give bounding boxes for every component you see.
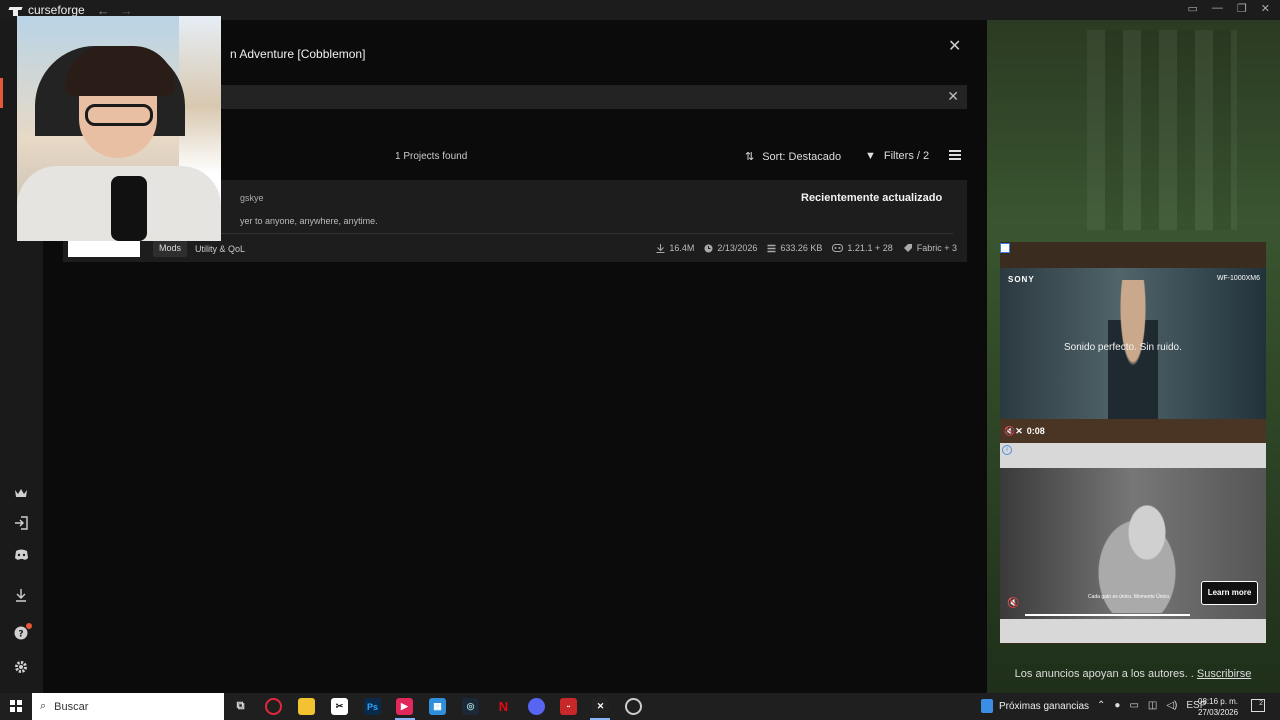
ad-caption: Sonido perfecto. Sin ruido. (1064, 342, 1182, 353)
ad-info-icon[interactable]: i (1002, 445, 1012, 455)
tag-icon (903, 244, 912, 252)
sort-arrows-icon: ⇅ (745, 151, 755, 163)
project-stats: 16.4M 2/13/2026 633.26 KB 1.21.1 + 28 Fa… (656, 243, 957, 253)
gamepad-icon (832, 244, 844, 252)
steam-icon[interactable]: ◎ (462, 698, 479, 715)
settings-gear-icon[interactable] (12, 658, 30, 676)
app-logo: curseforge (9, 3, 85, 17)
crown-icon[interactable] (12, 484, 30, 502)
microphone-icon[interactable]: ● (1114, 700, 1120, 711)
close-icon[interactable]: ✕ (948, 36, 961, 56)
obs-icon[interactable] (625, 698, 642, 715)
minimize-button[interactable]: — (1212, 2, 1223, 15)
store-icon[interactable]: ▦ (429, 698, 446, 715)
card-divider (153, 233, 953, 234)
storage-icon (767, 244, 776, 252)
taskbar-search-input[interactable]: ⌕ Buscar (32, 693, 224, 720)
news-text: Próximas ganancias (999, 700, 1090, 712)
active-game-indicator (0, 78, 3, 108)
windows-taskbar: ⌕ Buscar ⧉ ✂ Ps ▶ ▦ ◎ N ▪▪ ✕ Próximas ga… (0, 693, 1280, 720)
capcut-icon[interactable]: ✂ (331, 698, 348, 715)
clock-time: 08:16 p. m. (1198, 697, 1239, 706)
curseforge-taskbar-icon[interactable]: ✕ (592, 698, 609, 715)
webcam-overlay (17, 16, 221, 241)
ads-note-text: Los anuncios apoyan a los autores. . (1014, 668, 1194, 680)
task-view-icon[interactable]: ⧉ (232, 698, 249, 715)
media-player-icon[interactable]: ▶ (396, 698, 413, 715)
windows-start-icon[interactable] (10, 700, 22, 712)
results-count: 1 Projects found (395, 151, 468, 162)
network-icon[interactable]: ◫ (1148, 700, 1157, 711)
project-description: yer to anyone, anywhere, anytime. (240, 216, 378, 226)
mute-icon[interactable]: 🔇 (1007, 598, 1019, 609)
filter-funnel-icon: ▼ (865, 150, 876, 162)
video-controls: 🔇✕ 0:08 (1000, 419, 1266, 443)
tag-category[interactable]: Utility & QoL (195, 244, 245, 254)
help-icon[interactable]: ? (12, 623, 32, 642)
notification-center-icon[interactable]: 2 (1251, 699, 1265, 712)
layout-icon[interactable]: ▭ (1188, 2, 1198, 15)
system-tray: ⌃ ● ▭ ◫ ◁) ESP (1097, 700, 1206, 711)
search-icon: ⌕ (40, 700, 47, 712)
downloads-stat: 16.4M (656, 243, 694, 253)
video-ad[interactable]: SONY WF-1000XM6 Sonido perfecto. Sin rui… (1000, 268, 1266, 419)
news-widget[interactable]: Próximas ganancias (981, 699, 1089, 713)
photoshop-icon[interactable]: Ps (364, 698, 381, 715)
updated-date-stat: 2/13/2026 (704, 243, 757, 253)
chevron-up-icon[interactable]: ⌃ (1097, 700, 1105, 711)
modal-title: n Adventure [Cobblemon] (230, 47, 366, 61)
video-time: 0:08 (1026, 426, 1045, 436)
muted-speaker-icon[interactable]: 🔇✕ (1004, 426, 1023, 437)
microphone-image (111, 176, 147, 241)
sort-label: Sort: Destacado (762, 150, 842, 163)
svg-text:?: ? (18, 630, 23, 640)
file-explorer-icon[interactable] (298, 698, 315, 715)
ad-progress-bar (1025, 614, 1190, 616)
battery-icon[interactable]: ▭ (1129, 700, 1138, 711)
netflix-icon[interactable]: N (495, 698, 512, 715)
window-controls: ▭ — ❐ ✕ (1188, 2, 1271, 15)
taskbar-clock[interactable]: 08:16 p. m. 27/03/2026 (1198, 696, 1238, 718)
curseforge-app: curseforge ← → ▭ — ❐ ✕ ? n Adventure [Co… (0, 0, 1280, 693)
download-icon[interactable] (12, 586, 30, 604)
login-icon[interactable] (12, 514, 30, 532)
search-placeholder: Buscar (54, 700, 89, 713)
mod-loader-stat: Fabric + 3 (903, 243, 957, 253)
notification-dot (26, 623, 32, 629)
discord-app-icon[interactable] (528, 698, 545, 715)
adchoices-icon[interactable] (1000, 243, 1010, 253)
filters-button[interactable]: ▼ Filters / 2 (865, 150, 929, 162)
list-view-icon[interactable] (949, 150, 961, 162)
clock-icon (704, 244, 713, 252)
game-versions-stat: 1.21.1 + 28 (832, 243, 893, 253)
opera-icon[interactable] (265, 698, 282, 715)
download-icon (656, 243, 665, 253)
filters-label: Filters / 2 (883, 150, 930, 162)
subscribe-link[interactable]: Suscribirse (1197, 668, 1251, 680)
ad-model: WF-1000XM6 (1216, 275, 1260, 282)
banner-ad[interactable]: i Cada gato es único. Momento Único. 🔇 L… (1000, 443, 1266, 643)
ads-support-note: Los anuncios apoyan a los autores. . Sus… (1000, 668, 1266, 680)
streaming-app-icon[interactable]: ▪▪ (560, 698, 577, 715)
stocks-icon (981, 699, 993, 713)
clear-search-icon[interactable]: ✕ (947, 88, 959, 105)
ad-brand: SONY (1008, 275, 1035, 284)
status-badge: Recientemente actualizado (801, 192, 943, 204)
volume-icon[interactable]: ◁) (1166, 700, 1177, 711)
clock-date: 27/03/2026 (1198, 708, 1239, 717)
cat-ad-image: Cada gato es único. Momento Único. 🔇 Lea… (1000, 468, 1266, 619)
close-window-button[interactable]: ✕ (1261, 2, 1270, 15)
curseforge-logo-icon (9, 5, 22, 16)
project-author[interactable]: gskye (240, 193, 264, 203)
cat-ad-caption: Cada gato es único. Momento Único. (1088, 594, 1171, 600)
file-size-stat: 633.26 KB (767, 243, 822, 253)
learn-more-button[interactable]: Learn more (1201, 581, 1258, 605)
maximize-button[interactable]: ❐ (1237, 2, 1247, 15)
app-name: curseforge (28, 3, 85, 17)
sort-button[interactable]: ⇅ Sort: Destacado (745, 150, 842, 164)
discord-icon[interactable] (12, 546, 30, 564)
project-thumbnail (68, 240, 140, 257)
tag-mods[interactable]: Mods (153, 240, 188, 257)
